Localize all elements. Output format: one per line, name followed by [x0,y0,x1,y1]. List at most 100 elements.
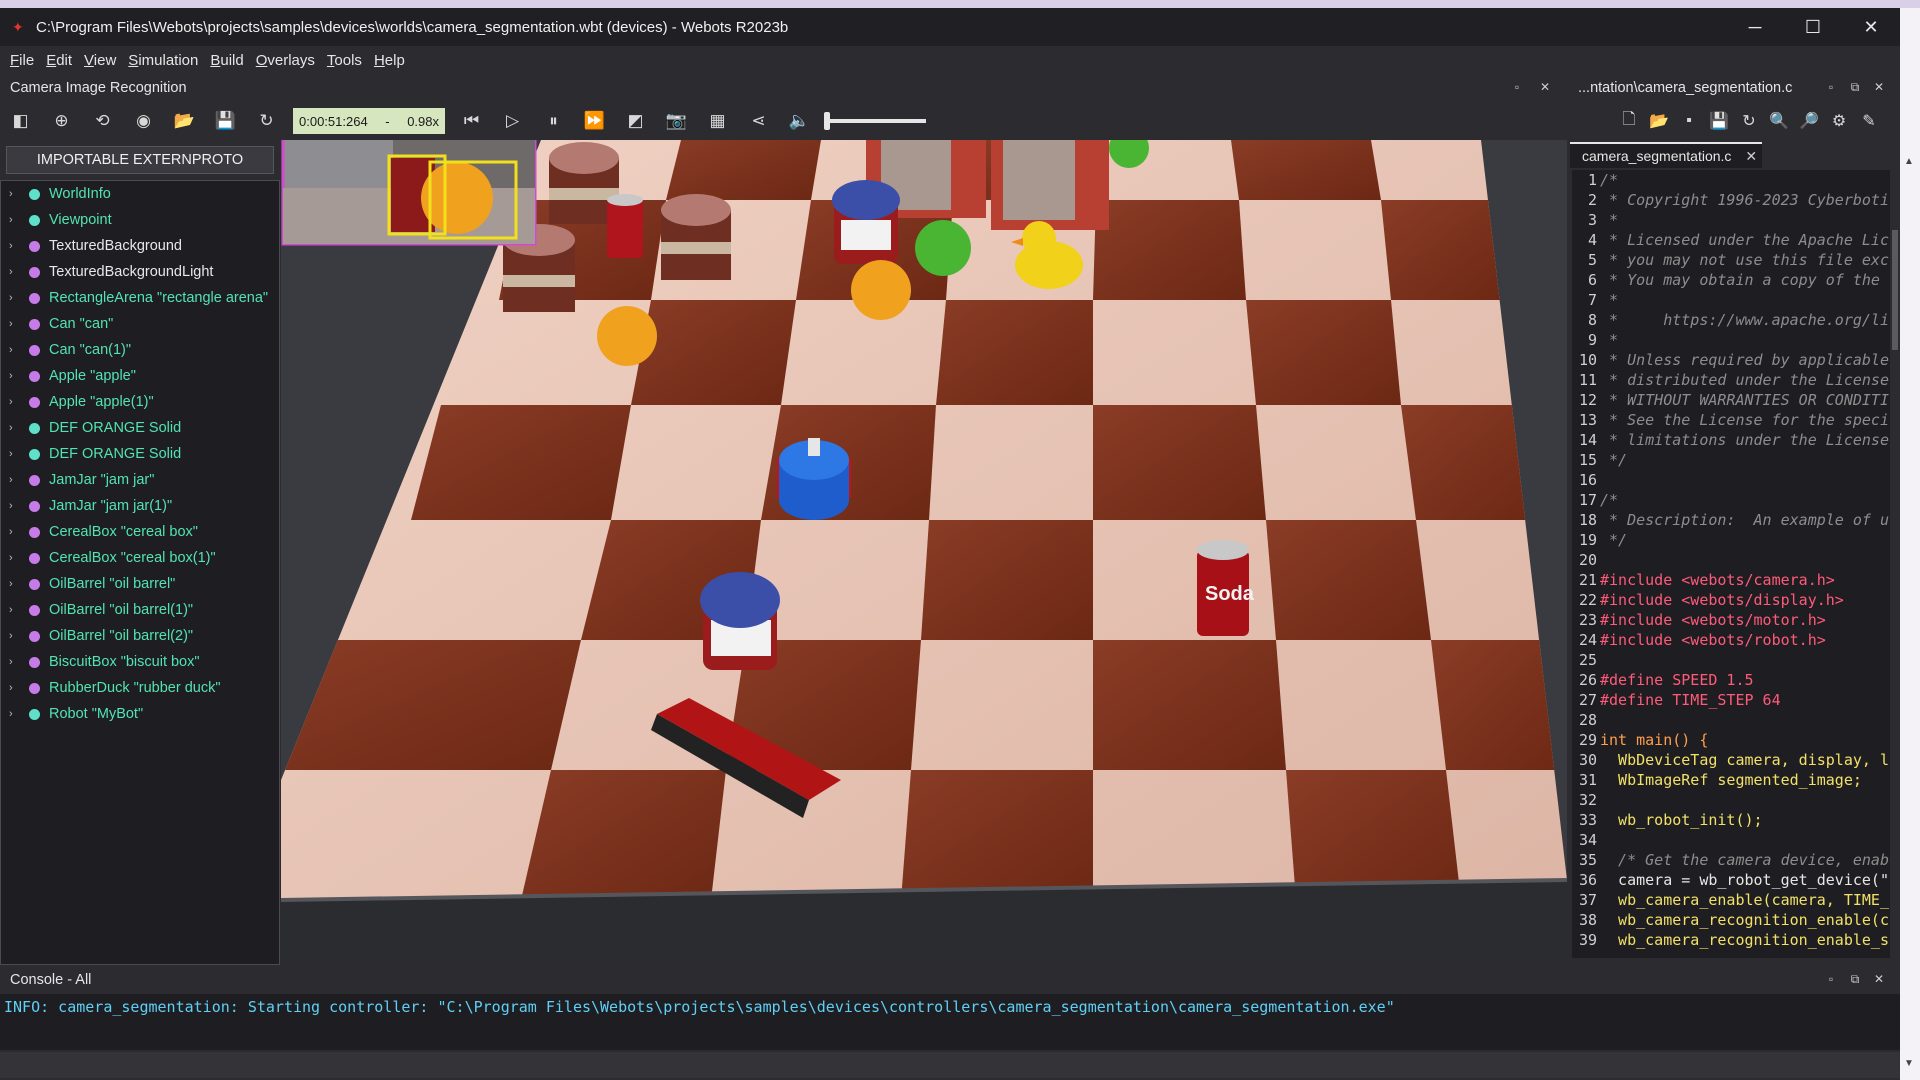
console-output[interactable]: INFO: camera_segmentation: Starting cont… [0,994,1900,1050]
3d-viewport[interactable]: Soda ✕ [281,140,1567,962]
editor-vertical-scrollbar[interactable] [1892,170,1898,958]
screenshot-icon[interactable]: 📷 [656,106,697,136]
robot-mybot[interactable] [777,438,851,520]
code-area[interactable]: 1/* 2 * Copyright 1996-2023 Cyberbotic 3 *… [1572,170,1890,958]
scene-tree-node[interactable]: › Apple "apple(1)" [1,389,279,415]
expand-arrow-icon[interactable]: › [9,708,23,720]
scene-tree-node[interactable]: › OilBarrel "oil barrel(1)" [1,597,279,623]
close-icon[interactable]: ✕ [1538,80,1552,94]
menu-edit[interactable]: Edit [40,52,78,69]
float-icon[interactable]: ⧉ [1848,80,1862,94]
expand-arrow-icon[interactable]: › [9,500,23,512]
step-icon[interactable]: ▷ [492,106,533,136]
replace-icon[interactable]: 🔎 [1794,106,1824,136]
record-movie-icon[interactable]: ▦ [697,106,738,136]
scene-tree-node[interactable]: › CerealBox "cereal box" [1,519,279,545]
scene-tree-node[interactable]: › WorldInfo [1,181,279,207]
soda-can[interactable] [607,194,643,258]
open-world-icon[interactable]: 📂 [164,106,205,136]
scene-tree-node[interactable]: › TexturedBackground [1,233,279,259]
scene-tree-node[interactable]: › CerealBox "cereal box(1)" [1,545,279,571]
menu-tools[interactable]: Tools [321,52,368,69]
soda-can[interactable]: Soda [1197,540,1255,636]
reset-simulation-icon[interactable]: ⏮ [451,106,492,136]
build-gear-icon[interactable]: ⚙ [1824,106,1854,136]
scene-tree-node[interactable]: › Can "can" [1,311,279,337]
scene-tree-node[interactable]: › Apple "apple" [1,363,279,389]
expand-arrow-icon[interactable]: › [9,448,23,460]
expand-arrow-icon[interactable]: › [9,552,23,564]
menu-build[interactable]: Build [204,52,249,69]
new-file-icon[interactable]: 🗋 [1614,106,1644,136]
reset-node-icon[interactable]: ⟲ [82,106,123,136]
close-icon[interactable]: ✕ [1872,972,1886,986]
scene-tree-node[interactable]: › DEF ORANGE Solid [1,415,279,441]
fast-forward-icon[interactable]: ⏩ [574,106,615,136]
menu-simulation[interactable]: Simulation [122,52,204,69]
clean-icon[interactable]: ✎ [1854,106,1884,136]
scene-tree-node[interactable]: › JamJar "jam jar(1)" [1,493,279,519]
jam-jar[interactable] [700,572,780,670]
outer-scrollbar[interactable]: ▲ ▼ [1900,8,1920,1080]
expand-arrow-icon[interactable]: › [9,370,23,382]
camera-overlay[interactable]: ✕ [281,140,537,246]
menu-file[interactable]: File [4,52,40,69]
scene-tree-node[interactable]: › DEF ORANGE Solid [1,441,279,467]
save-file-icon[interactable]: ▪ [1674,106,1704,136]
scroll-down-icon[interactable]: ▼ [1904,1058,1914,1069]
expand-arrow-icon[interactable]: › [9,656,23,668]
expand-arrow-icon[interactable]: › [9,240,23,252]
expand-arrow-icon[interactable]: › [9,526,23,538]
reload-world-icon[interactable]: ↻ [246,106,287,136]
save-all-icon[interactable]: 💾 [1704,106,1734,136]
scene-tree-node[interactable]: › JamJar "jam jar" [1,467,279,493]
maximize-button[interactable]: ☐ [1784,8,1842,46]
expand-arrow-icon[interactable]: › [9,266,23,278]
scene-tree-node[interactable]: › Can "can(1)" [1,337,279,363]
editor-tab[interactable]: camera_segmentation.c ✕ [1570,142,1762,168]
importable-externproto-button[interactable]: IMPORTABLE EXTERNPROTO [6,146,274,174]
scroll-up-icon[interactable]: ▲ [1904,156,1914,167]
volume-slider[interactable] [824,112,926,130]
scene-tree-node[interactable]: › TexturedBackgroundLight [1,259,279,285]
expand-arrow-icon[interactable]: › [9,630,23,642]
float-icon[interactable]: ⧉ [1848,972,1862,986]
scrollbar-thumb[interactable] [1892,230,1898,350]
float-icon[interactable]: ▫ [1510,80,1524,94]
minimize-pane-icon[interactable]: ▫ [1824,80,1838,94]
expand-arrow-icon[interactable]: › [9,344,23,356]
rendering-icon[interactable]: ◩ [615,106,656,136]
expand-arrow-icon[interactable]: › [9,474,23,486]
minimize-pane-icon[interactable]: ▫ [1824,972,1838,986]
scene-tree-node[interactable]: › BiscuitBox "biscuit box" [1,649,279,675]
volume-slider-handle[interactable] [824,112,830,130]
close-icon[interactable]: ✕ [1872,80,1886,94]
expand-arrow-icon[interactable]: › [9,292,23,304]
close-tab-icon[interactable]: ✕ [1745,148,1757,165]
open-file-icon[interactable]: 📂 [1644,106,1674,136]
scene-tree-node[interactable]: › RectangleArena "rectangle arena" [1,285,279,311]
expand-arrow-icon[interactable]: › [9,214,23,226]
expand-arrow-icon[interactable]: › [9,422,23,434]
orange[interactable] [597,306,657,366]
oil-barrel[interactable] [661,194,731,280]
scene-tree-node[interactable]: › RubberDuck "rubber duck" [1,675,279,701]
pause-icon[interactable]: ⏸ [533,106,574,136]
scene-tree-node[interactable]: › OilBarrel "oil barrel(2)" [1,623,279,649]
expand-arrow-icon[interactable]: › [9,682,23,694]
orange[interactable] [851,260,911,320]
revert-icon[interactable]: ↻ [1734,106,1764,136]
jam-jar[interactable] [832,180,900,264]
menu-help[interactable]: Help [368,52,411,69]
minimize-button[interactable]: ─ [1726,8,1784,46]
eye-icon[interactable]: ◉ [123,106,164,136]
expand-arrow-icon[interactable]: › [9,318,23,330]
menu-overlays[interactable]: Overlays [250,52,321,69]
scene-tree-node[interactable]: › Robot "MyBot" [1,701,279,727]
scene-tree[interactable]: › WorldInfo › Viewpoint › TexturedBackground ›… [0,180,280,965]
menu-view[interactable]: View [78,52,122,69]
scene-render[interactable]: Soda ✕ [281,140,1567,962]
close-button[interactable]: ✕ [1842,8,1900,46]
add-node-icon[interactable]: ⊕ [41,106,82,136]
toggle-scene-tree-icon[interactable]: ◧ [0,106,41,136]
